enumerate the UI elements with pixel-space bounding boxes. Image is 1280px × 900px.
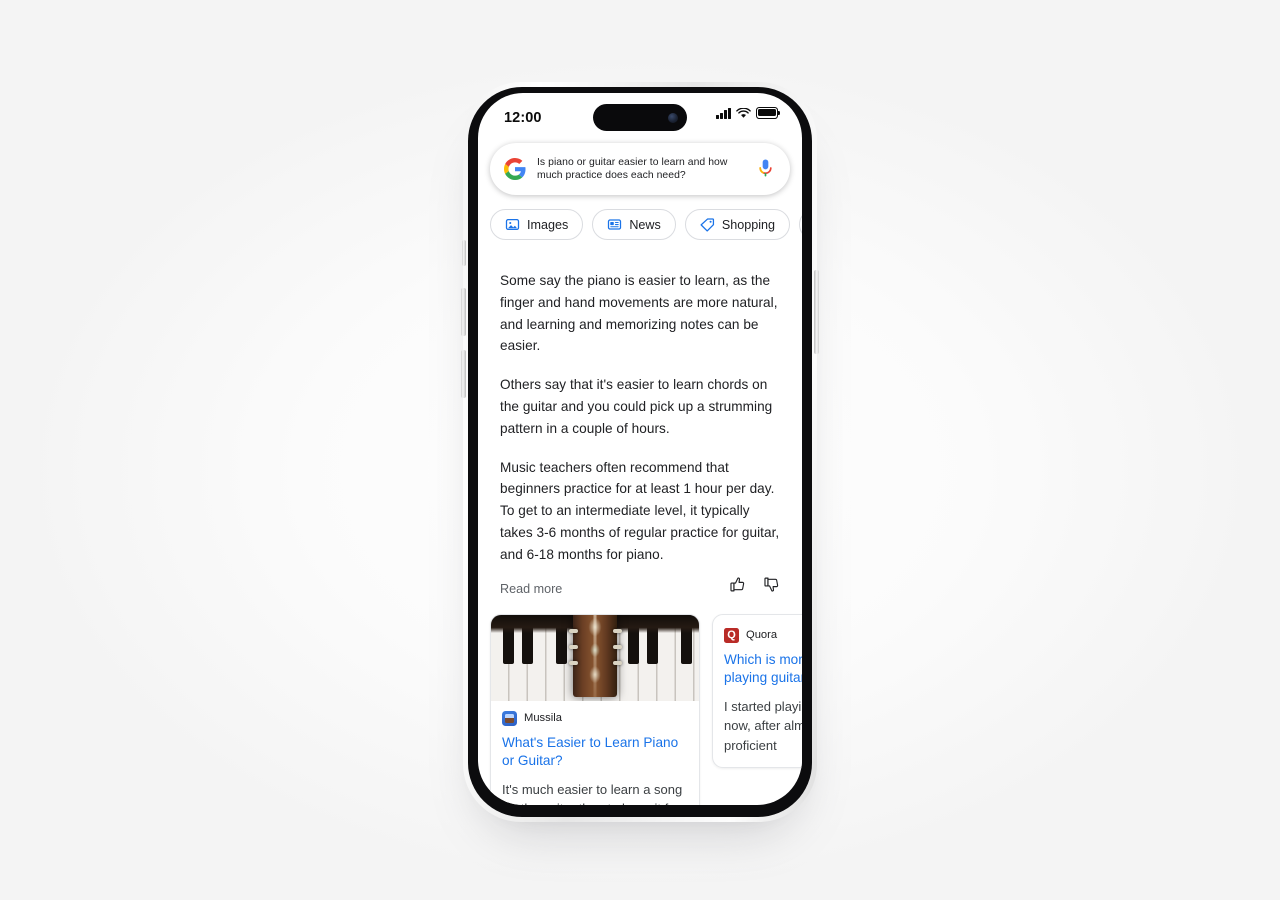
card-source-name: Quora (746, 629, 778, 642)
search-bar[interactable]: Is piano or guitar easier to learn and h… (490, 143, 790, 195)
battery-full-icon (756, 107, 781, 119)
thumbs-up-icon[interactable] (729, 576, 746, 593)
card-body: Q Quora Which is more playing piano play… (713, 615, 802, 768)
search-row: Is piano or guitar easier to learn and h… (478, 139, 802, 195)
power-button[interactable] (814, 270, 819, 354)
silent-switch[interactable] (462, 240, 466, 266)
card-title[interactable]: Which is more playing piano playing guit… (724, 651, 802, 688)
ai-answer-block: Some say the piano is easier to learn, a… (478, 240, 802, 566)
answer-paragraph-3: Music teachers often recommend that begi… (500, 459, 780, 562)
phone-screen: 12:00 Is piano or guitar easier to learn… (478, 93, 802, 805)
cellular-signal-icon (716, 107, 731, 119)
chip-images[interactable]: Images (490, 209, 584, 240)
card-title[interactable]: What's Easier to Learn Piano or Guitar? (502, 734, 688, 771)
filter-chips-row[interactable]: Images News Shopping (478, 195, 802, 240)
front-camera-icon (668, 112, 678, 123)
chip-news-label: News (629, 217, 661, 232)
chip-shopping[interactable]: Shopping (684, 209, 791, 240)
search-query-text: Is piano or guitar easier to learn and h… (537, 157, 728, 181)
chip-images-label: Images (527, 217, 569, 232)
source-cards-row: Mussila What's Easier to Learn Piano or … (478, 596, 802, 805)
status-bar: 12:00 (478, 93, 802, 139)
chip-news[interactable]: News (592, 209, 676, 240)
status-time: 12:00 (504, 110, 542, 126)
shopping-tag-icon (700, 218, 714, 232)
dynamic-island (593, 104, 687, 131)
news-icon (608, 219, 622, 230)
quora-favicon: Q (724, 627, 739, 643)
card-source-row: Mussila (502, 710, 688, 726)
card-snippet: I started playin instruments th now, aft… (724, 698, 802, 753)
status-indicators (716, 107, 781, 119)
card-snippet: It's much easier to learn a song for the… (502, 781, 683, 805)
chip-videos[interactable]: Videos (799, 209, 802, 240)
volume-down-button[interactable] (461, 350, 466, 398)
source-card-mussila[interactable]: Mussila What's Easier to Learn Piano or … (490, 613, 700, 805)
thumbs-down-icon[interactable] (763, 576, 780, 593)
phone-device: 12:00 Is piano or guitar easier to learn… (461, 82, 819, 822)
answer-paragraph-2: Others say that it's easier to learn cho… (500, 377, 773, 436)
volume-up-button[interactable] (461, 288, 466, 336)
guitar-neck-over-piano-keys-image (491, 614, 699, 701)
images-icon (505, 218, 520, 231)
google-logo-icon (504, 158, 526, 180)
microphone-icon[interactable] (757, 158, 774, 180)
card-source-name: Mussila (524, 712, 562, 725)
card-source-row: Q Quora (724, 627, 802, 643)
answer-paragraph-1: Some say the piano is easier to learn, a… (500, 273, 778, 354)
wifi-icon (736, 107, 751, 118)
read-more-link[interactable]: Read more (478, 582, 802, 596)
mussila-favicon (502, 710, 517, 726)
source-card-quora[interactable]: Q Quora Which is more playing piano play… (712, 613, 802, 769)
card-body: Mussila What's Easier to Learn Piano or … (491, 701, 699, 805)
chip-shopping-label: Shopping (721, 217, 776, 232)
